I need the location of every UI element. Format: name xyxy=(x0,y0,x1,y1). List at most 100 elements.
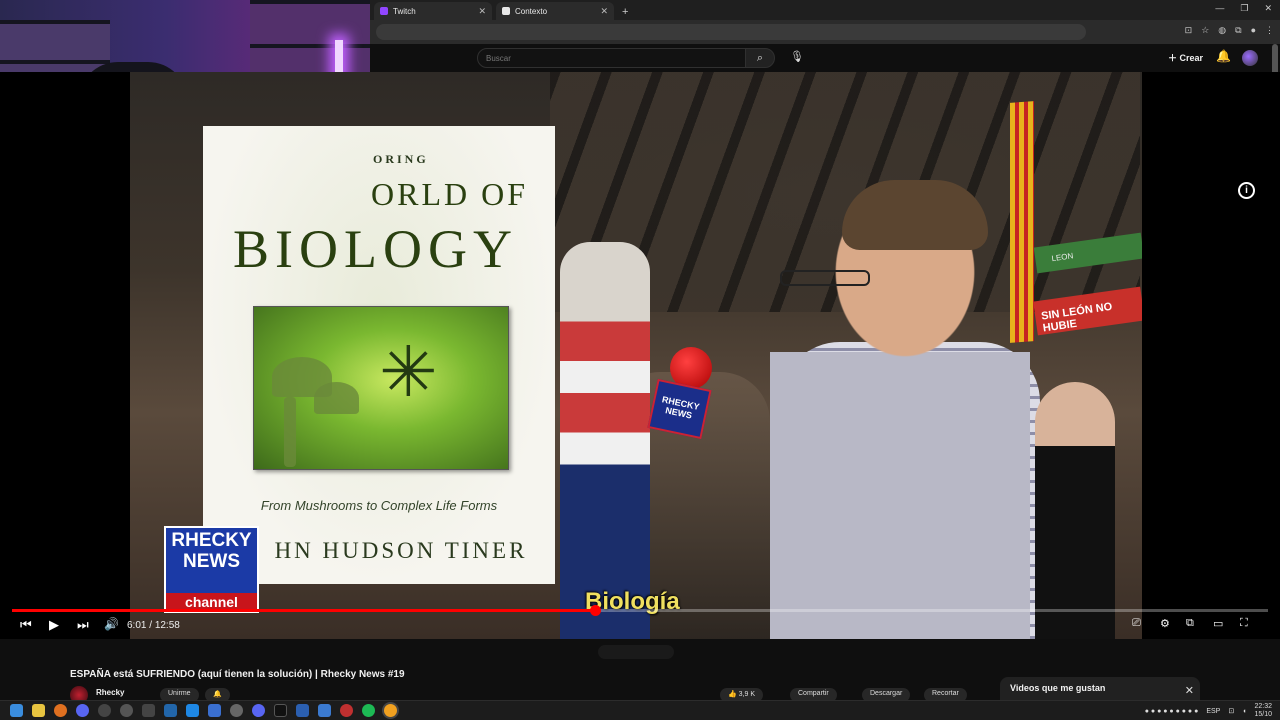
browser-tabbar: Twitch ✕ Contexto ✕ + — ❐ ✕ xyxy=(370,0,1280,20)
app-icon[interactable] xyxy=(76,704,89,717)
language-indicator[interactable]: ESP xyxy=(1206,708,1220,715)
close-tab-icon[interactable]: ✕ xyxy=(600,6,608,17)
app-icon[interactable] xyxy=(142,704,155,717)
system-tray: ● ● ● ● ● ● ● ● ● ESP ⊡ ◖ 22:32 15/10 xyxy=(1145,703,1272,719)
book-title-line2: BIOLOGY xyxy=(233,219,518,279)
duration: 12:58 xyxy=(154,620,180,631)
clock[interactable]: 22:32 15/10 xyxy=(1254,703,1272,719)
book-subtitle: From Mushrooms to Complex Life Forms xyxy=(260,498,498,513)
tab-label: Contexto xyxy=(515,6,548,16)
play-icon[interactable]: ▶ xyxy=(49,617,59,633)
neuron-shape: ✳ xyxy=(379,333,438,411)
contexto-favicon-icon xyxy=(502,7,510,15)
book-series: ORING xyxy=(373,152,429,166)
tray-icons[interactable]: ● ● ● ● ● ● ● ● ● xyxy=(1145,708,1199,715)
next-icon[interactable]: ⏭ xyxy=(77,617,89,633)
minimize-icon[interactable]: — xyxy=(1215,3,1224,14)
glasses xyxy=(780,270,870,286)
overlay-pill xyxy=(598,645,674,659)
start-icon[interactable] xyxy=(10,704,23,717)
twitch-favicon-icon xyxy=(380,7,388,15)
channel-logo: RHECKY NEWS channel xyxy=(164,526,259,613)
info-icon[interactable]: i xyxy=(1238,182,1255,199)
progress-fill xyxy=(12,609,595,612)
app-icon[interactable] xyxy=(208,704,221,717)
man-face xyxy=(770,182,1030,639)
mushroom-shape xyxy=(314,382,359,414)
subtitles-icon[interactable]: ⎚ xyxy=(1132,617,1141,630)
current-time: 6:01 xyxy=(127,620,147,631)
man-hair xyxy=(842,180,988,250)
window-controls: — ❐ ✕ xyxy=(1215,3,1272,14)
spotify-icon[interactable] xyxy=(362,704,375,717)
app-icon[interactable] xyxy=(318,704,331,717)
tab-label: Twitch xyxy=(393,6,416,16)
network-icon[interactable]: ⊡ xyxy=(1228,707,1234,715)
video-title: ESPAÑA está SUFRIENDO (aquí tienen la so… xyxy=(70,669,405,680)
address-bar: ⊡ ☆ ◍ ⧉ ● ⋮ xyxy=(370,20,1280,44)
volume-tray-icon[interactable]: ◖ xyxy=(1242,708,1246,715)
tab-contexto[interactable]: Contexto ✕ xyxy=(496,2,614,20)
clock-time: 22:32 xyxy=(1254,703,1272,710)
mushroom-stem xyxy=(284,397,296,467)
extensions-area: ⊡ ☆ ◍ ⧉ ● ⋮ xyxy=(1185,25,1274,36)
maximize-icon[interactable]: ❐ xyxy=(1240,3,1248,14)
windows-taskbar: ● ● ● ● ● ● ● ● ● ESP ⊡ ◖ 22:32 15/10 xyxy=(0,700,1280,720)
create-label: Crear xyxy=(1179,53,1204,63)
playlist-panel: Videos que me gustan ✕ xyxy=(1000,677,1200,701)
fullscreen-icon[interactable]: ⛶ xyxy=(1240,617,1248,630)
volume-icon[interactable]: 🔊 xyxy=(104,617,119,631)
progress-bar[interactable] xyxy=(12,605,1268,616)
close-tab-icon[interactable]: ✕ xyxy=(478,6,486,17)
logo-line1: RHECKY xyxy=(171,530,252,551)
time-display: 6:01 / 12:58 xyxy=(127,620,180,631)
tab-twitch[interactable]: Twitch ✕ xyxy=(374,2,492,20)
app-icon[interactable] xyxy=(340,704,353,717)
book-illustration: ✳ xyxy=(253,306,509,470)
previous-icon[interactable]: ⏮ xyxy=(20,617,32,633)
puzzle-icon[interactable]: ⧉ xyxy=(1235,25,1241,36)
search-taskbar-icon[interactable] xyxy=(54,704,67,717)
install-icon[interactable]: ⊡ xyxy=(1185,25,1193,36)
app-icon[interactable] xyxy=(120,704,133,717)
clock-date: 15/10 xyxy=(1254,711,1272,718)
interviewer xyxy=(560,242,650,639)
search-input[interactable]: Buscar xyxy=(477,48,746,68)
extension-icon[interactable]: ◍ xyxy=(1218,25,1226,36)
omnibox[interactable] xyxy=(376,24,1086,40)
book-cover: ORING ORLD OF BIOLOGY ✳ From Mushrooms t… xyxy=(203,126,555,584)
app-icon[interactable] xyxy=(230,704,243,717)
close-icon[interactable]: ✕ xyxy=(1185,684,1194,697)
app-icon[interactable] xyxy=(164,704,177,717)
chrome-icon[interactable] xyxy=(384,704,397,717)
tiktok-icon[interactable] xyxy=(274,704,287,717)
like-count: 3,9 K xyxy=(738,691,756,698)
new-tab-button[interactable]: + xyxy=(622,6,628,18)
profile-icon[interactable]: ● xyxy=(1251,25,1256,36)
logo-line2: NEWS xyxy=(183,551,240,572)
avatar[interactable] xyxy=(1242,50,1258,66)
app-icon[interactable] xyxy=(98,704,111,717)
steam-icon[interactable] xyxy=(186,704,199,717)
player-controls: ⏮ ▶ ⏭ 🔊 6:01 / 12:58 ⎚ ⚙ ⧉ ▭ ⛶ xyxy=(0,615,1280,637)
bookmark-star-icon[interactable]: ☆ xyxy=(1201,25,1209,36)
app-icon[interactable] xyxy=(296,704,309,717)
woman xyxy=(1035,382,1115,639)
youtube-header: Buscar ⌕ 🎙 ＋ Crear 🔔 xyxy=(370,44,1280,72)
file-explorer-icon[interactable] xyxy=(32,704,45,717)
menu-icon[interactable]: ⋮ xyxy=(1265,25,1274,36)
mic-icon[interactable]: 🎙 xyxy=(790,50,804,63)
channel-name[interactable]: Rhecky xyxy=(96,688,124,697)
miniplayer-icon[interactable]: ⧉ xyxy=(1186,617,1194,630)
book-title-line1: ORLD OF xyxy=(371,176,529,212)
bell-icon[interactable]: 🔔 xyxy=(1216,49,1231,63)
search-icon[interactable]: ⌕ xyxy=(745,48,775,68)
playlist-title[interactable]: Videos que me gustan xyxy=(1010,683,1105,693)
discord-icon[interactable] xyxy=(252,704,265,717)
settings-icon[interactable]: ⚙ xyxy=(1160,617,1170,630)
close-window-icon[interactable]: ✕ xyxy=(1264,3,1272,14)
theater-icon[interactable]: ▭ xyxy=(1213,617,1223,630)
create-button[interactable]: ＋ Crear xyxy=(1168,51,1203,64)
time-separator: / xyxy=(146,620,155,631)
video-info: ESPAÑA está SUFRIENDO (aquí tienen la so… xyxy=(0,639,1280,704)
